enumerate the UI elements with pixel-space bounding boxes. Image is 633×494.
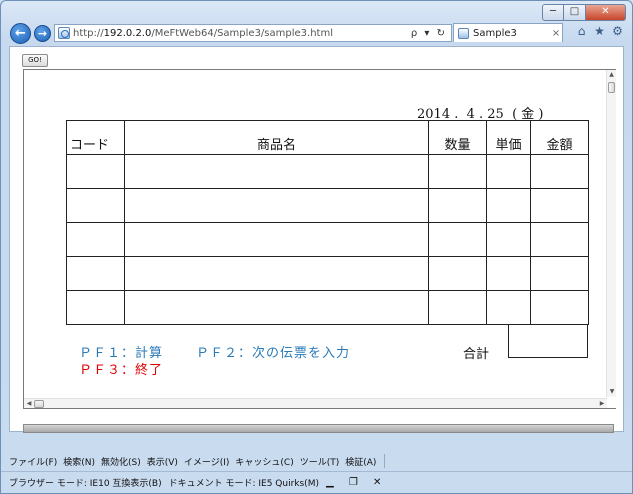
column-header-unit-price: 単価 (486, 120, 531, 155)
tab-sample3[interactable]: Sample3 × (453, 23, 563, 42)
slip-table: コード 商品名 数量 単価 金額 (66, 120, 589, 325)
table-row (66, 290, 589, 325)
devtools-window-icons[interactable]: ▁ ❐ ✕ (326, 477, 387, 488)
code-cell[interactable] (66, 188, 125, 223)
pf3-hint: ＰＦ３：終了 (79, 363, 164, 378)
amount-cell[interactable] (530, 154, 589, 189)
menu-separator (384, 454, 386, 468)
quantity-cell[interactable] (428, 154, 487, 189)
table-body (66, 154, 589, 325)
amount-cell[interactable] (530, 256, 589, 291)
code-cell[interactable] (66, 290, 125, 325)
table-row (66, 188, 589, 223)
unit-price-cell[interactable] (486, 256, 531, 291)
progress-bar (23, 424, 614, 433)
code-cell[interactable] (66, 154, 125, 189)
product-name-cell[interactable] (124, 188, 429, 223)
address-url[interactable]: http://192.0.2.0/MeFtWeb64/Sample3/sampl… (73, 28, 411, 39)
tab-close-icon[interactable]: × (550, 28, 562, 39)
pf2-hint: ＰＦ２：次の伝票を入力 (196, 346, 351, 361)
address-tools[interactable]: ρ ▾ ↻ (411, 28, 451, 39)
quantity-cell[interactable] (428, 222, 487, 257)
forward-button[interactable]: → (34, 25, 51, 42)
url-scheme: http:// (73, 27, 104, 39)
window-controls: ─ □ ✕ (542, 4, 626, 21)
column-header-quantity: 数量 (428, 120, 487, 155)
vertical-scroll-thumb[interactable] (608, 82, 615, 93)
minimize-button[interactable]: ─ (542, 4, 564, 21)
tab-label: Sample3 (473, 27, 517, 39)
menu-cache[interactable]: キャッシュ(C) (235, 455, 293, 468)
close-button[interactable]: ✕ (586, 4, 626, 21)
browser-mode-selector[interactable]: ブラウザー モード: IE10 互換表示(B) (9, 476, 162, 489)
quantity-cell[interactable] (428, 188, 487, 223)
unit-price-cell[interactable] (486, 290, 531, 325)
maximize-button[interactable]: □ (564, 4, 586, 21)
quantity-cell[interactable] (428, 290, 487, 325)
table-row (66, 222, 589, 257)
ie-page-icon (58, 27, 70, 39)
horizontal-scroll-thumb[interactable] (34, 399, 44, 408)
scroll-right-icon[interactable]: ▶ (597, 400, 607, 407)
product-name-cell[interactable] (124, 154, 429, 189)
horizontal-scrollbar[interactable]: ◀ ▶ (24, 398, 607, 408)
menu-validate[interactable]: 検証(A) (345, 455, 376, 468)
menu-find[interactable]: 検索(N) (63, 455, 95, 468)
product-name-cell[interactable] (124, 222, 429, 257)
scroll-down-icon[interactable]: ▼ (607, 387, 616, 397)
unit-price-cell[interactable] (486, 188, 531, 223)
code-cell[interactable] (66, 256, 125, 291)
favorites-icon[interactable]: ★ (593, 25, 606, 38)
devtools-statusbar: ブラウザー モード: IE10 互換表示(B) ドキュメント モード: IE5 … (9, 474, 394, 490)
table-header-row: コード 商品名 数量 単価 金額 (66, 120, 589, 155)
unit-price-cell[interactable] (486, 154, 531, 189)
menu-images[interactable]: イメージ(I) (184, 455, 230, 468)
vertical-scrollbar[interactable]: ▲ ▼ (606, 70, 616, 397)
tab-page-icon (458, 27, 469, 39)
menu-view[interactable]: 表示(V) (147, 455, 178, 468)
menu-disable[interactable]: 無効化(S) (101, 455, 141, 468)
devtools-menubar: ファイル(F) 検索(N) 無効化(S) 表示(V) イメージ(I) キャッシュ… (9, 453, 391, 469)
amount-cell[interactable] (530, 222, 589, 257)
quantity-cell[interactable] (428, 256, 487, 291)
address-bar[interactable]: http://192.0.2.0/MeFtWeb64/Sample3/sampl… (54, 24, 452, 42)
url-path: /MeFtWeb64/Sample3/sample3.html (151, 27, 333, 39)
right-toolbar: ⌂ ★ ⚙ (575, 25, 624, 38)
menu-file[interactable]: ファイル(F) (9, 455, 57, 468)
settings-icon[interactable]: ⚙ (611, 25, 624, 38)
go-button[interactable]: GO! (22, 54, 48, 67)
table-row (66, 256, 589, 291)
column-header-amount: 金額 (530, 120, 589, 155)
document-mode-selector[interactable]: ドキュメント モード: IE5 Quirks(M) (169, 476, 319, 489)
scroll-up-icon[interactable]: ▲ (607, 70, 616, 80)
amount-cell[interactable] (530, 290, 589, 325)
total-label: 合計 (463, 347, 490, 362)
code-cell[interactable] (66, 222, 125, 257)
form-frame: 2014 . 4 . 25 ( 金 ) コード 商品名 数量 単価 金額 合計 … (23, 69, 616, 409)
browser-window: ─ □ ✕ ← → http://192.0.2.0/MeFtWeb64/Sam… (0, 0, 633, 494)
column-header-code: コード (66, 120, 125, 155)
product-name-cell[interactable] (124, 290, 429, 325)
url-host: 192.0.2.0 (103, 27, 152, 39)
back-button[interactable]: ← (10, 23, 31, 44)
product-name-cell[interactable] (124, 256, 429, 291)
table-row (66, 154, 589, 189)
column-header-product-name: 商品名 (124, 120, 429, 155)
scroll-left-icon[interactable]: ◀ (24, 400, 34, 407)
total-field[interactable] (508, 324, 588, 358)
status-divider (1, 471, 632, 472)
page-content: GO! 2014 . 4 . 25 ( 金 ) コード 商品名 数量 単価 金額… (9, 46, 624, 433)
home-icon[interactable]: ⌂ (575, 25, 588, 38)
amount-cell[interactable] (530, 188, 589, 223)
menu-tools[interactable]: ツール(T) (300, 455, 340, 468)
unit-price-cell[interactable] (486, 222, 531, 257)
